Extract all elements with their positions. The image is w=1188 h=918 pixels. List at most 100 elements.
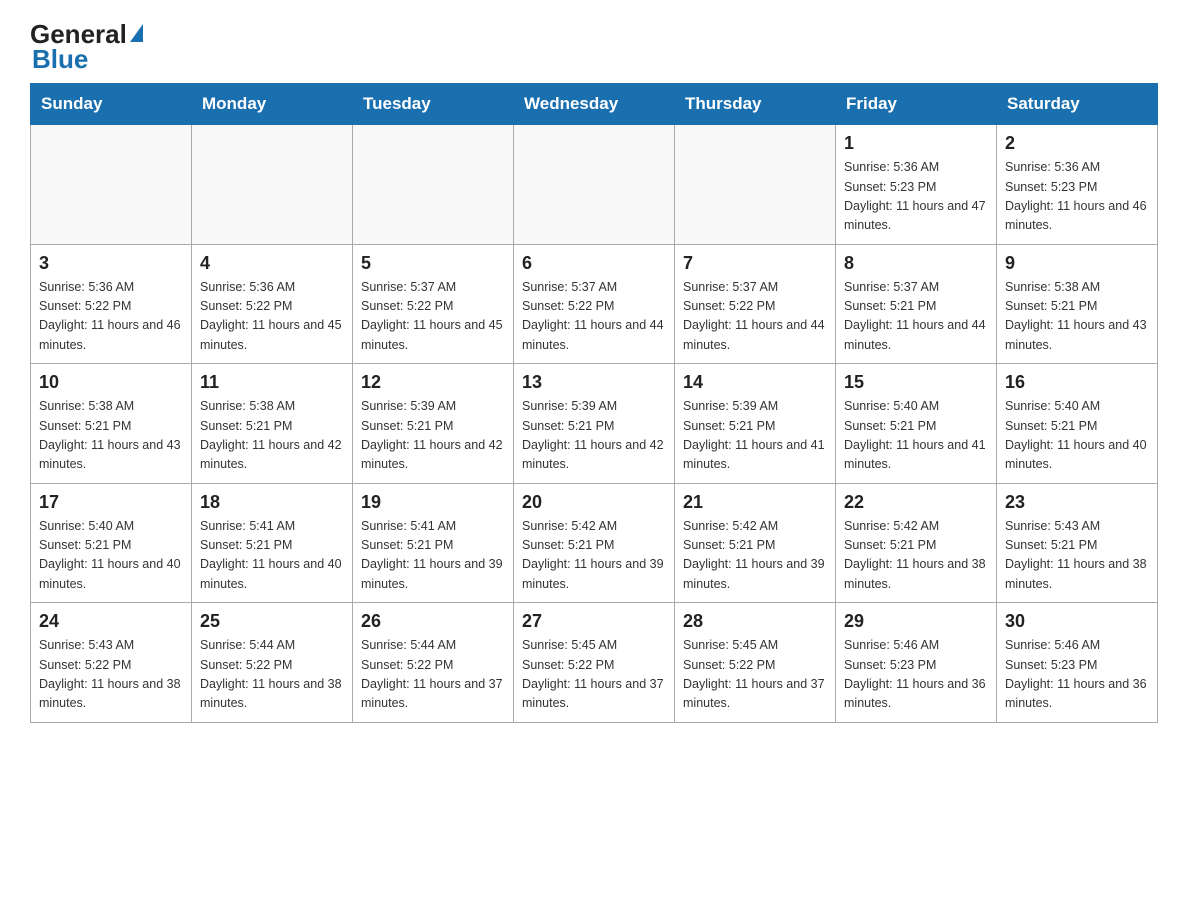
day-number: 25 [200,611,344,632]
calendar-cell: 27 Sunrise: 5:45 AMSunset: 5:22 PMDayligh… [514,603,675,723]
week-row-5: 24 Sunrise: 5:43 AMSunset: 5:22 PMDayligh… [31,603,1158,723]
day-number: 3 [39,253,183,274]
day-info: Sunrise: 5:42 AMSunset: 5:21 PMDaylight:… [683,517,827,595]
logo: General Blue [30,20,143,73]
header-friday: Friday [836,84,997,125]
day-info: Sunrise: 5:43 AMSunset: 5:21 PMDaylight:… [1005,517,1149,595]
day-number: 14 [683,372,827,393]
day-info: Sunrise: 5:38 AMSunset: 5:21 PMDaylight:… [39,397,183,475]
header-thursday: Thursday [675,84,836,125]
day-info: Sunrise: 5:41 AMSunset: 5:21 PMDaylight:… [361,517,505,595]
calendar-cell: 23 Sunrise: 5:43 AMSunset: 5:21 PMDayligh… [997,483,1158,603]
calendar-cell: 21 Sunrise: 5:42 AMSunset: 5:21 PMDayligh… [675,483,836,603]
week-row-3: 10 Sunrise: 5:38 AMSunset: 5:21 PMDayligh… [31,364,1158,484]
calendar-cell: 22Sunrise: 5:42 AMSunset: 5:21 PMDayligh… [836,483,997,603]
day-number: 15 [844,372,988,393]
day-number: 4 [200,253,344,274]
day-number: 19 [361,492,505,513]
calendar-cell: 14Sunrise: 5:39 AMSunset: 5:21 PMDayligh… [675,364,836,484]
day-number: 24 [39,611,183,632]
calendar-cell: 15 Sunrise: 5:40 AMSunset: 5:21 PMDayligh… [836,364,997,484]
day-info: Sunrise: 5:46 AMSunset: 5:23 PMDaylight:… [1005,636,1149,714]
calendar-cell: 30 Sunrise: 5:46 AMSunset: 5:23 PMDayligh… [997,603,1158,723]
day-number: 6 [522,253,666,274]
day-number: 18 [200,492,344,513]
day-info: Sunrise: 5:40 AMSunset: 5:21 PMDaylight:… [39,517,183,595]
day-number: 22 [844,492,988,513]
calendar-cell: 1 Sunrise: 5:36 AMSunset: 5:23 PMDaylight… [836,125,997,245]
day-info: Sunrise: 5:36 AMSunset: 5:23 PMDaylight:… [1005,158,1149,236]
week-row-2: 3 Sunrise: 5:36 AMSunset: 5:22 PMDaylight… [31,244,1158,364]
calendar-cell: 11 Sunrise: 5:38 AMSunset: 5:21 PMDayligh… [192,364,353,484]
calendar-cell: 18 Sunrise: 5:41 AMSunset: 5:21 PMDayligh… [192,483,353,603]
day-info: Sunrise: 5:37 AMSunset: 5:22 PMDaylight:… [361,278,505,356]
calendar-cell [31,125,192,245]
week-row-4: 17 Sunrise: 5:40 AMSunset: 5:21 PMDayligh… [31,483,1158,603]
day-number: 11 [200,372,344,393]
day-info: Sunrise: 5:39 AMSunset: 5:21 PMDaylight:… [361,397,505,475]
day-info: Sunrise: 5:45 AMSunset: 5:22 PMDaylight:… [683,636,827,714]
day-number: 17 [39,492,183,513]
calendar-cell: 10 Sunrise: 5:38 AMSunset: 5:21 PMDayligh… [31,364,192,484]
calendar-cell [675,125,836,245]
calendar-cell: 20 Sunrise: 5:42 AMSunset: 5:21 PMDayligh… [514,483,675,603]
day-info: Sunrise: 5:43 AMSunset: 5:22 PMDaylight:… [39,636,183,714]
calendar-cell: 9 Sunrise: 5:38 AMSunset: 5:21 PMDaylight… [997,244,1158,364]
day-info: Sunrise: 5:40 AMSunset: 5:21 PMDaylight:… [1005,397,1149,475]
day-info: Sunrise: 5:37 AMSunset: 5:21 PMDaylight:… [844,278,988,356]
calendar-cell: 6 Sunrise: 5:37 AMSunset: 5:22 PMDaylight… [514,244,675,364]
day-info: Sunrise: 5:37 AMSunset: 5:22 PMDaylight:… [522,278,666,356]
day-info: Sunrise: 5:44 AMSunset: 5:22 PMDaylight:… [200,636,344,714]
day-info: Sunrise: 5:38 AMSunset: 5:21 PMDaylight:… [1005,278,1149,356]
day-info: Sunrise: 5:36 AMSunset: 5:22 PMDaylight:… [39,278,183,356]
calendar-cell: 17 Sunrise: 5:40 AMSunset: 5:21 PMDayligh… [31,483,192,603]
day-number: 29 [844,611,988,632]
calendar-cell: 29Sunrise: 5:46 AMSunset: 5:23 PMDayligh… [836,603,997,723]
day-number: 27 [522,611,666,632]
logo-triangle-icon [130,24,143,42]
day-number: 23 [1005,492,1149,513]
day-info: Sunrise: 5:45 AMSunset: 5:22 PMDaylight:… [522,636,666,714]
calendar-cell: 13Sunrise: 5:39 AMSunset: 5:21 PMDayligh… [514,364,675,484]
day-number: 1 [844,133,988,154]
day-number: 16 [1005,372,1149,393]
header-tuesday: Tuesday [353,84,514,125]
day-number: 8 [844,253,988,274]
calendar-cell: 25 Sunrise: 5:44 AMSunset: 5:22 PMDayligh… [192,603,353,723]
day-info: Sunrise: 5:36 AMSunset: 5:23 PMDaylight:… [844,158,988,236]
day-number: 2 [1005,133,1149,154]
day-number: 10 [39,372,183,393]
calendar-cell: 19 Sunrise: 5:41 AMSunset: 5:21 PMDayligh… [353,483,514,603]
day-info: Sunrise: 5:42 AMSunset: 5:21 PMDaylight:… [522,517,666,595]
week-row-1: 1 Sunrise: 5:36 AMSunset: 5:23 PMDaylight… [31,125,1158,245]
day-info: Sunrise: 5:39 AMSunset: 5:21 PMDaylight:… [522,397,666,475]
day-info: Sunrise: 5:36 AMSunset: 5:22 PMDaylight:… [200,278,344,356]
logo-text-blue: Blue [32,45,88,74]
calendar-table: SundayMondayTuesdayWednesdayThursdayFrid… [30,83,1158,723]
header-wednesday: Wednesday [514,84,675,125]
day-number: 28 [683,611,827,632]
calendar-cell: 24 Sunrise: 5:43 AMSunset: 5:22 PMDayligh… [31,603,192,723]
day-number: 9 [1005,253,1149,274]
day-number: 5 [361,253,505,274]
day-info: Sunrise: 5:37 AMSunset: 5:22 PMDaylight:… [683,278,827,356]
calendar-cell: 4 Sunrise: 5:36 AMSunset: 5:22 PMDaylight… [192,244,353,364]
calendar-cell: 3 Sunrise: 5:36 AMSunset: 5:22 PMDaylight… [31,244,192,364]
calendar-header-row: SundayMondayTuesdayWednesdayThursdayFrid… [31,84,1158,125]
day-number: 20 [522,492,666,513]
header-saturday: Saturday [997,84,1158,125]
day-number: 7 [683,253,827,274]
calendar-cell: 7 Sunrise: 5:37 AMSunset: 5:22 PMDaylight… [675,244,836,364]
day-info: Sunrise: 5:41 AMSunset: 5:21 PMDaylight:… [200,517,344,595]
calendar-cell: 26 Sunrise: 5:44 AMSunset: 5:22 PMDayligh… [353,603,514,723]
day-info: Sunrise: 5:40 AMSunset: 5:21 PMDaylight:… [844,397,988,475]
calendar-cell: 12Sunrise: 5:39 AMSunset: 5:21 PMDayligh… [353,364,514,484]
day-number: 30 [1005,611,1149,632]
day-info: Sunrise: 5:38 AMSunset: 5:21 PMDaylight:… [200,397,344,475]
calendar-cell: 28 Sunrise: 5:45 AMSunset: 5:22 PMDayligh… [675,603,836,723]
day-number: 21 [683,492,827,513]
calendar-cell: 5 Sunrise: 5:37 AMSunset: 5:22 PMDaylight… [353,244,514,364]
header-monday: Monday [192,84,353,125]
day-info: Sunrise: 5:44 AMSunset: 5:22 PMDaylight:… [361,636,505,714]
day-number: 26 [361,611,505,632]
